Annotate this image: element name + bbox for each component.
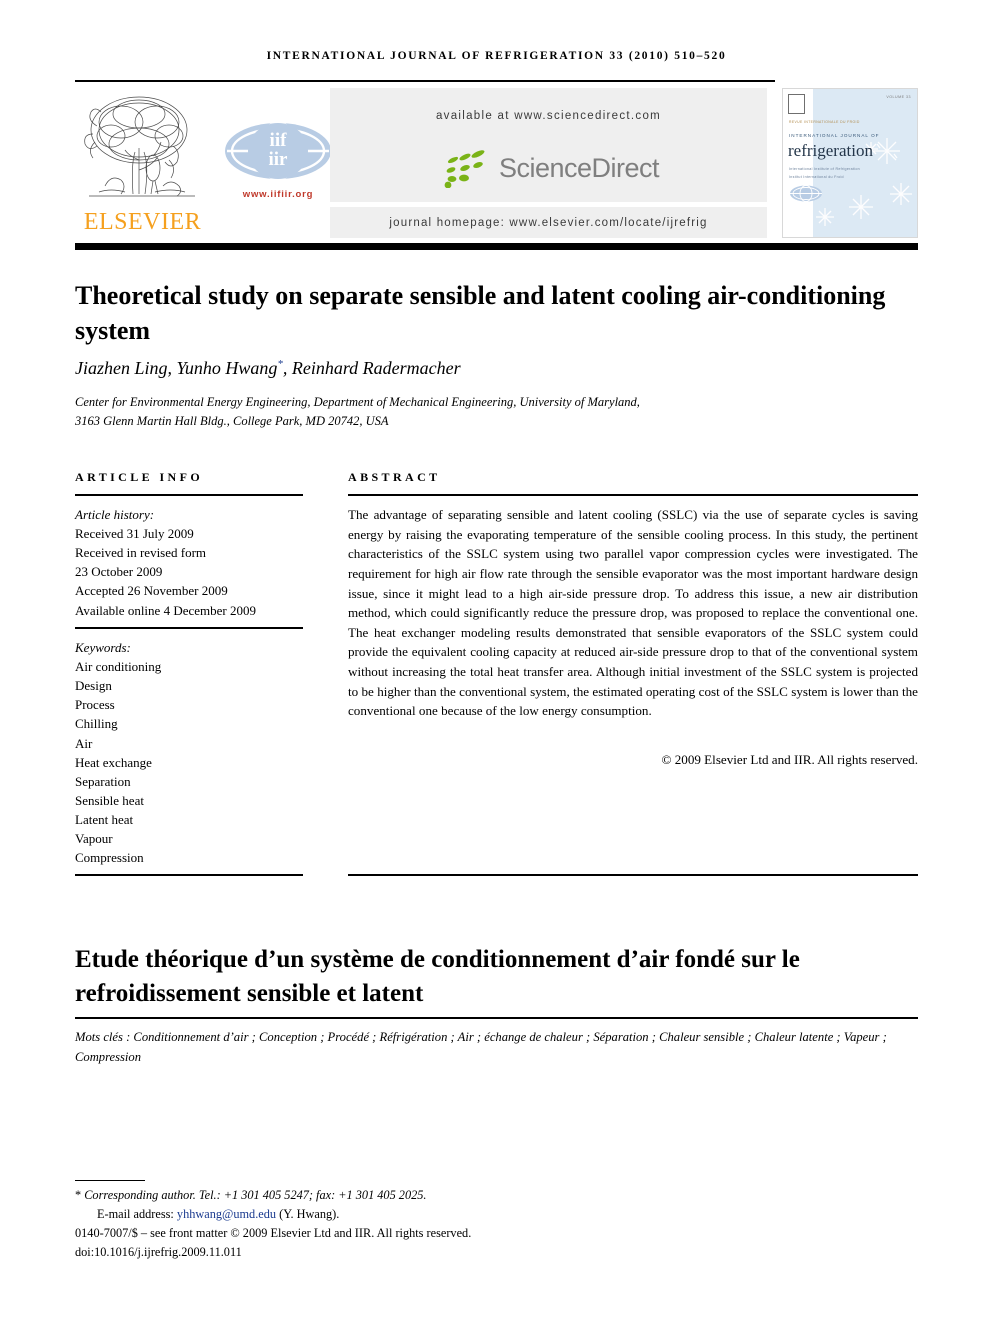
footnote-star: * bbox=[75, 1188, 82, 1202]
keyword-item: Heat exchange bbox=[75, 754, 152, 770]
affiliation: Center for Environmental Energy Engineer… bbox=[75, 393, 905, 432]
cover-title: refrigeration bbox=[788, 141, 873, 160]
keyword-item: Sensible heat bbox=[75, 792, 144, 808]
paper-page: International Journal of Refrigeration 3… bbox=[0, 0, 992, 1323]
keyword-item: Air bbox=[75, 735, 93, 751]
french-rule bbox=[75, 1017, 918, 1019]
abstract-heading: Abstract bbox=[348, 470, 441, 484]
keyword-item: Process bbox=[75, 697, 115, 713]
author-names-tail: , Reinhard Radermacher bbox=[282, 358, 461, 378]
history-item: Accepted 26 November 2009 bbox=[75, 583, 228, 599]
corresponding-author-note: * Corresponding author. Tel.: +1 301 405… bbox=[75, 1186, 775, 1205]
email-line: E-mail address: yhhwang@umd.edu (Y. Hwan… bbox=[75, 1205, 775, 1224]
abstract-rule-bottom bbox=[348, 874, 918, 876]
history-item: 23 October 2009 bbox=[75, 564, 163, 580]
cover-volume-label: VOLUME 33 bbox=[886, 95, 911, 99]
keyword-list: Keywords: Air conditioning Design Proces… bbox=[75, 638, 307, 867]
cover-subtitle-en: International Institute of Refrigeration bbox=[789, 167, 860, 171]
elsevier-wordmark: ELSEVIER bbox=[83, 209, 202, 235]
sciencedirect-logo: ScienceDirect bbox=[330, 148, 767, 188]
abstract-copyright: © 2009 Elsevier Ltd and IIR. All rights … bbox=[661, 752, 919, 767]
email-link[interactable]: yhhwang@umd.edu bbox=[177, 1207, 276, 1221]
running-head: International Journal of Refrigeration 3… bbox=[266, 50, 727, 62]
keyword-item: Compression bbox=[75, 850, 144, 866]
article-info-heading: Article info bbox=[75, 470, 204, 484]
iifiir-url[interactable]: www.iifiir.org bbox=[223, 189, 333, 200]
article-history-label: Article history: bbox=[75, 507, 155, 522]
iifiir-logo: iif iir www.iifiir.org bbox=[223, 120, 333, 200]
affiliation-line-1: Center for Environmental Energy Engineer… bbox=[75, 395, 640, 409]
keyword-item: Chilling bbox=[75, 716, 118, 732]
article-info-rule-bottom bbox=[75, 874, 303, 876]
cover-elsevier-mark bbox=[788, 94, 805, 114]
french-keywords-label: Mots clés : bbox=[75, 1030, 131, 1044]
page-title: Theoretical study on separate sensible a… bbox=[75, 281, 886, 345]
banner-bottom-bar bbox=[75, 243, 918, 250]
french-keywords-text: Conditionnement d’air ; Conception ; Pro… bbox=[75, 1030, 887, 1065]
sciencedirect-leaf-icon bbox=[444, 150, 485, 188]
keyword-item: Vapour bbox=[75, 831, 113, 847]
abstract-text: The advantage of separating sensible and… bbox=[348, 507, 918, 719]
sciencedirect-box: available at www.sciencedirect.com Scien… bbox=[330, 88, 767, 238]
cover-tagline: REVUE INTERNATIONALE DU FROID bbox=[789, 120, 860, 124]
article-info-rule-top bbox=[75, 494, 303, 496]
journal-homepage-text[interactable]: journal homepage: www.elsevier.com/locat… bbox=[389, 217, 707, 229]
journal-banner: ELSEVIER iif iir www.iifiir.org availabl… bbox=[75, 88, 918, 238]
cover-eyebrow: INTERNATIONAL JOURNAL OF bbox=[789, 133, 880, 138]
article-info-rule-mid bbox=[75, 627, 303, 629]
journal-cover-thumbnail: VOLUME 33 REVUE INTERNATIONALE DU FROID … bbox=[782, 88, 918, 238]
article-history: Article history: Received 31 July 2009 R… bbox=[75, 505, 307, 620]
author-names: Jiazhen Ling, Yunho Hwang bbox=[75, 358, 278, 378]
keyword-item: Separation bbox=[75, 773, 131, 789]
history-item: Available online 4 December 2009 bbox=[75, 602, 256, 618]
cover-subtitle-fr: Institut International du Froid bbox=[789, 175, 844, 179]
elsevier-tree-icon bbox=[84, 96, 195, 197]
journal-homepage-bar: journal homepage: www.elsevier.com/locat… bbox=[330, 202, 767, 238]
corresponding-author-text: Corresponding author. Tel.: +1 301 405 5… bbox=[84, 1188, 427, 1202]
french-title: Etude théorique d’un système de conditio… bbox=[75, 945, 800, 1007]
email-label: E-mail address: bbox=[97, 1206, 174, 1221]
cover-iir-globe-icon bbox=[790, 185, 822, 202]
affiliation-line-2: 3163 Glenn Martin Hall Bldg., College Pa… bbox=[75, 414, 389, 429]
history-item: Received 31 July 2009 bbox=[75, 526, 194, 542]
keyword-item: Design bbox=[75, 678, 112, 694]
elsevier-logo: ELSEVIER bbox=[75, 88, 210, 238]
globe-icon: iif iir bbox=[225, 121, 331, 181]
footnote-block: * Corresponding author. Tel.: +1 301 405… bbox=[75, 1186, 775, 1262]
history-item: Received in revised form bbox=[75, 545, 207, 561]
abstract-rule-top bbox=[348, 494, 918, 496]
author-list: Jiazhen Ling, Yunho Hwang*, Reinhard Rad… bbox=[75, 358, 905, 379]
french-keywords: Mots clés : Conditionnement d’air ; Conc… bbox=[75, 1027, 918, 1067]
available-at-text: available at www.sciencedirect.com bbox=[435, 110, 662, 122]
header-rule bbox=[75, 80, 775, 82]
sciencedirect-wordmark: ScienceDirect bbox=[498, 152, 660, 183]
issn-line: 0140-7007/$ – see front matter © 2009 El… bbox=[75, 1226, 472, 1241]
keyword-item: Latent heat bbox=[75, 811, 134, 827]
keywords-label: Keywords: bbox=[75, 640, 131, 655]
footnote-rule bbox=[75, 1180, 145, 1181]
svg-text:iir: iir bbox=[269, 149, 289, 170]
email-owner: (Y. Hwang). bbox=[279, 1206, 340, 1221]
keyword-item: Air conditioning bbox=[75, 659, 162, 675]
svg-text:iif: iif bbox=[270, 130, 288, 151]
doi-line[interactable]: doi:10.1016/j.ijrefrig.2009.11.011 bbox=[75, 1243, 775, 1262]
